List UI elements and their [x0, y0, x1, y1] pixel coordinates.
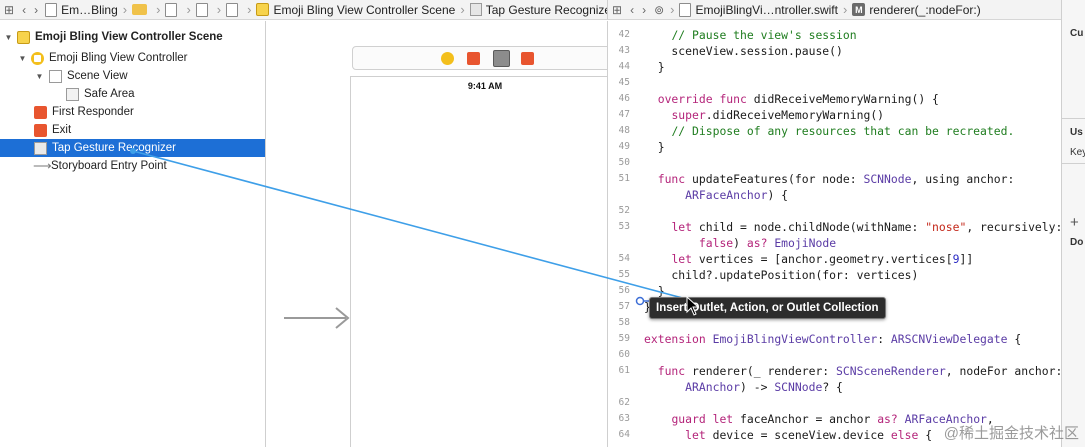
watermark: @稀土掘金技术社区	[943, 425, 1079, 442]
method-icon: M	[852, 3, 866, 16]
gesture-recognizer-icon	[469, 3, 482, 16]
outline-item-first-responder[interactable]: First Responder	[0, 103, 265, 121]
forward-chevron-icon[interactable]: ›	[638, 0, 650, 19]
code-line: false) as? EmojiNode	[698, 236, 837, 250]
inspector-column-label: Key	[1070, 147, 1085, 158]
code-line: 53 let child = node.childNode(withName: …	[618, 220, 1063, 234]
exit-icon[interactable]	[521, 52, 534, 65]
jump-item-scene[interactable]: Emoji Bling View Controller Scene	[253, 0, 458, 19]
code-line: 46 override func didReceiveMemoryWarning…	[618, 92, 939, 106]
code-line: 43 sceneView.session.pause()	[618, 44, 843, 58]
grid-icon[interactable]: ⊞	[608, 0, 626, 19]
jump-item-file-3[interactable]	[223, 0, 245, 19]
code-line: 50	[618, 157, 630, 168]
code-line: 61 func renderer(_ renderer: SCNSceneRen…	[618, 364, 1063, 378]
grid-icon[interactable]: ⊞	[0, 0, 18, 19]
code-line: ARFaceAnchor) {	[685, 188, 789, 202]
view-controller-icon[interactable]	[441, 52, 454, 65]
exit-icon	[34, 123, 47, 137]
chevron-right-icon: ›	[247, 2, 252, 17]
disclosure-triangle-icon[interactable]: ▼	[34, 72, 45, 81]
forward-chevron-icon[interactable]: ›	[30, 0, 42, 19]
jump-item-file-2[interactable]	[193, 0, 215, 19]
chevron-right-icon: ›	[122, 2, 128, 17]
entry-point-arrow-icon[interactable]	[282, 306, 352, 330]
jump-item-folder[interactable]	[129, 0, 154, 19]
view-controller-icon	[31, 51, 44, 65]
code-line: 42 // Pause the view's session	[618, 28, 857, 42]
divider	[1062, 118, 1085, 119]
chevron-right-icon: ›	[460, 2, 465, 17]
inspector-section-label: Us	[1070, 127, 1083, 138]
outline-item-storyboard-entry-point[interactable]: ⟶ Storyboard Entry Point	[0, 157, 265, 175]
file-icon	[165, 2, 178, 17]
inspector-panel: Cu Us Key + Do	[1061, 0, 1085, 447]
outline-item-scene[interactable]: ▼ Emoji Bling View Controller Scene	[0, 28, 265, 46]
jump-item-method[interactable]: Mrenderer(_:nodeFor:)	[849, 0, 983, 19]
divider	[1062, 163, 1085, 164]
code-line: 45	[618, 77, 630, 88]
code-line: 55 child?.updatePosition(for: vertices)	[618, 268, 919, 282]
chevron-right-icon: ›	[842, 2, 848, 17]
safe-area-icon	[66, 87, 79, 101]
file-icon	[45, 2, 58, 17]
back-chevron-icon[interactable]: ‹	[626, 0, 638, 19]
jump-item-swift-file[interactable]: EmojiBlingVi…ntroller.swift	[676, 0, 841, 19]
chevron-right-icon: ›	[670, 2, 675, 17]
jump-item-project[interactable]: Em…Bling	[42, 0, 121, 19]
file-icon	[195, 2, 208, 17]
chevron-right-icon: ›	[156, 2, 161, 17]
arrow-right-icon: ⟶	[33, 158, 52, 173]
code-line: 47 super.didReceiveMemoryWarning()	[618, 108, 885, 122]
scene-icon	[17, 30, 30, 44]
swift-file-icon	[679, 2, 692, 17]
code-line: 54 let vertices = [anchor.geometry.verti…	[618, 252, 974, 266]
mouse-cursor-icon	[686, 296, 700, 316]
left-jump-bar: ⊞ ‹ › Em…Bling › › › › › Emoji Bling Vie…	[0, 0, 607, 20]
disclosure-triangle-icon[interactable]: ▼	[3, 33, 14, 42]
storyboard-scene-icon	[256, 3, 270, 16]
code-line: 44 }	[618, 60, 665, 74]
jump-item-file-1[interactable]	[162, 0, 184, 19]
outline-item-scene-view[interactable]: ▼ Scene View	[0, 67, 265, 85]
code-line: 60	[618, 349, 630, 360]
folder-icon	[132, 4, 148, 15]
file-icon	[226, 2, 239, 17]
chevron-right-icon: ›	[186, 2, 191, 17]
chevron-right-icon: ›	[216, 2, 222, 17]
scene-dock	[352, 46, 622, 70]
outline-item-view-controller[interactable]: ▼ Emoji Bling View Controller	[0, 49, 265, 67]
code-line: 51 func updateFeatures(for node: SCNNode…	[618, 172, 1015, 186]
view-icon	[49, 69, 62, 83]
first-responder-icon	[34, 105, 47, 119]
code-line: ARAnchor) -> SCNNode? {	[685, 380, 843, 394]
code-line: 52	[618, 205, 630, 216]
outline-item-tap-gesture-recognizer[interactable]: Tap Gesture Recognizer	[0, 139, 265, 157]
code-line: 62	[618, 397, 630, 408]
document-outline: ▼ Emoji Bling View Controller Scene ▼ Em…	[0, 21, 266, 447]
jump-item-gesture[interactable]: Tap Gesture Recognizer	[467, 0, 607, 19]
status-bar-time: 9:41 AM	[467, 81, 503, 91]
outline-item-exit[interactable]: Exit	[0, 121, 265, 139]
code-editor[interactable]: 42 // Pause the view's session 43 sceneV…	[607, 21, 1063, 447]
back-chevron-icon[interactable]: ‹	[18, 0, 30, 19]
first-responder-icon[interactable]	[467, 52, 480, 65]
code-line: 59 extension EmojiBlingViewController: AR…	[618, 332, 1022, 346]
outline-item-safe-area[interactable]: Safe Area	[0, 85, 265, 103]
gesture-recognizer-icon	[34, 141, 47, 155]
code-line: 49 }	[618, 140, 665, 154]
inspector-section-label: Do	[1070, 237, 1084, 248]
add-icon[interactable]: +	[1070, 214, 1079, 231]
phone-scene[interactable]: 9:41 AM	[350, 76, 620, 447]
related-items-icon[interactable]: ⊚	[650, 0, 668, 19]
disclosure-triangle-icon[interactable]: ▼	[17, 54, 28, 63]
insert-connection-tooltip: Insert Outlet, Action, or Outlet Collect…	[649, 297, 886, 319]
code-line: 48 // Dispose of any resources that can …	[618, 124, 1015, 138]
right-jump-bar: ⊞ ‹ › ⊚ › EmojiBlingVi…ntroller.swift › …	[607, 0, 1061, 20]
inspector-section-label: Cu	[1070, 28, 1084, 39]
gesture-recognizer-icon[interactable]	[493, 50, 510, 67]
